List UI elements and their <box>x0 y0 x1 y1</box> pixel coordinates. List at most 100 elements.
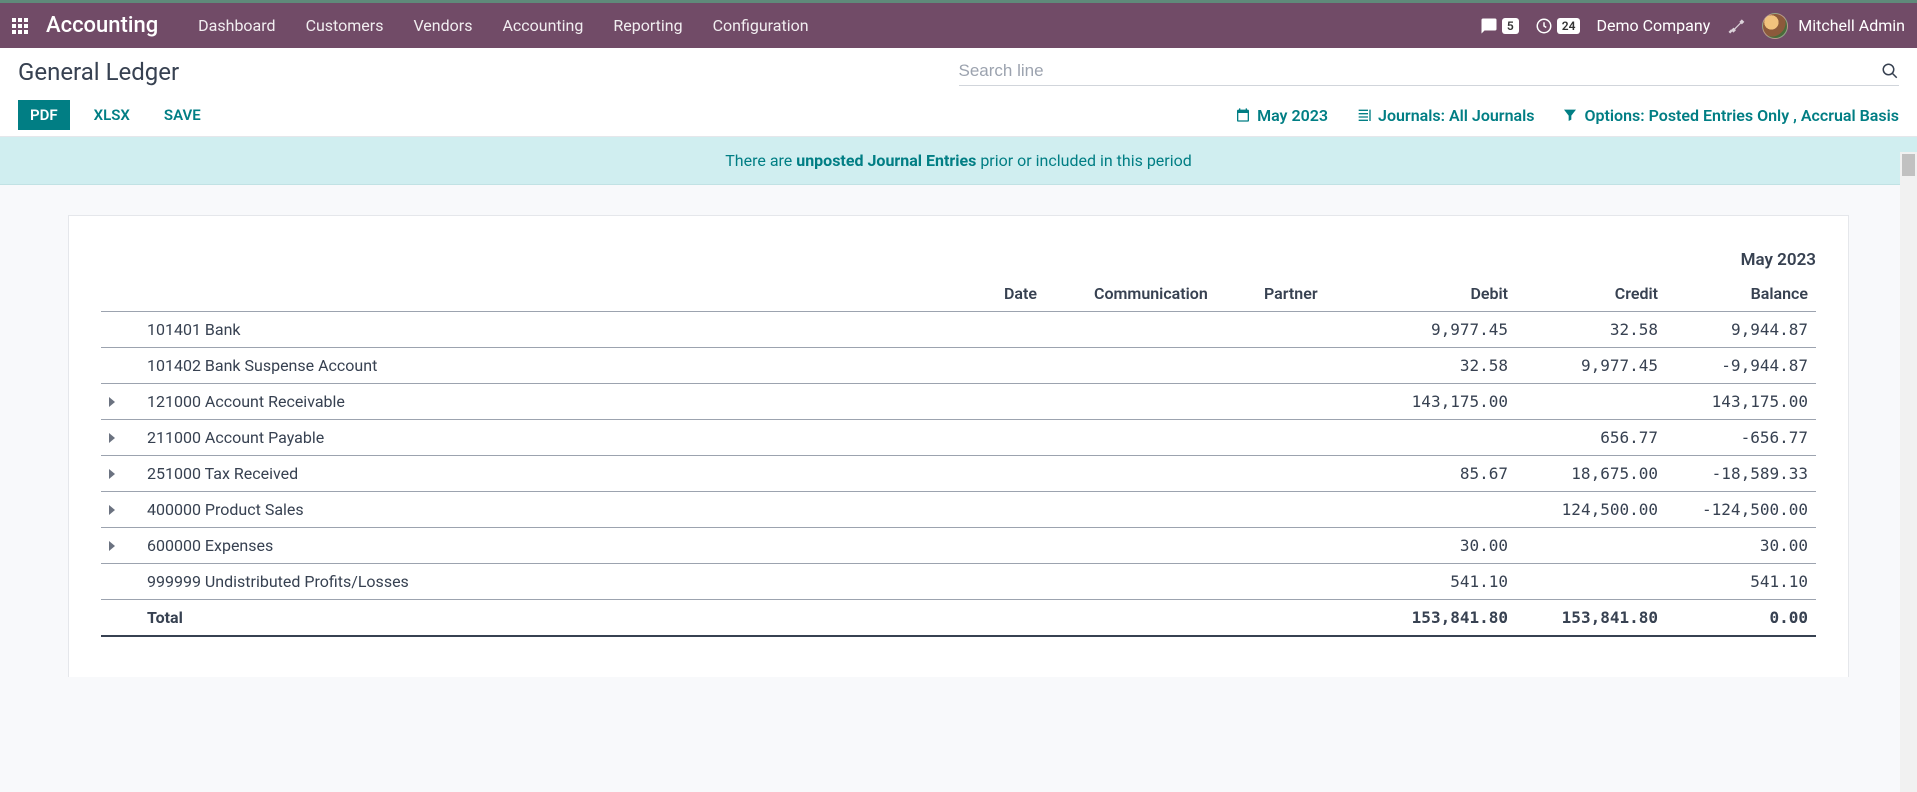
debit-value <box>1366 492 1516 528</box>
chat-icon <box>1480 17 1498 35</box>
report-panel: May 2023 Date Communication Partner Debi… <box>68 215 1849 677</box>
caret-right-icon[interactable] <box>109 397 115 407</box>
credit-value <box>1516 528 1666 564</box>
caret-right-icon[interactable] <box>109 469 115 479</box>
expand-cell[interactable] <box>101 384 139 420</box>
account-name[interactable]: 101401 Bank <box>139 312 996 348</box>
credit-value: 18,675.00 <box>1516 456 1666 492</box>
balance-value: -656.77 <box>1666 420 1816 456</box>
caret-right-icon[interactable] <box>109 541 115 551</box>
balance-value: -124,500.00 <box>1666 492 1816 528</box>
table-row[interactable]: 400000 Product Sales 124,500.00-124,500.0… <box>101 492 1816 528</box>
filters-group: May 2023 Journals: All Journals Options:… <box>1235 106 1899 125</box>
period-filter-label: May 2023 <box>1257 106 1328 125</box>
account-name[interactable]: 999999 Undistributed Profits/Losses <box>139 564 996 600</box>
topbar-tools: 5 24 Demo Company Mitchell Admin <box>1480 13 1905 39</box>
menu-configuration[interactable]: Configuration <box>699 8 823 43</box>
wrench-icon[interactable] <box>1726 16 1746 36</box>
apps-icon[interactable] <box>12 18 28 34</box>
menu-accounting[interactable]: Accounting <box>488 8 597 43</box>
activity-button[interactable]: 24 <box>1535 17 1581 35</box>
avatar[interactable] <box>1762 13 1788 39</box>
period-title: May 2023 <box>101 246 1816 278</box>
banner-strong: unposted Journal Entries <box>796 151 976 170</box>
table-row[interactable]: 101402 Bank Suspense Account 32.589,977.4… <box>101 348 1816 384</box>
search-icon[interactable] <box>1881 62 1899 80</box>
col-credit: Credit <box>1516 278 1666 312</box>
main-menu: Dashboard Customers Vendors Accounting R… <box>184 8 822 43</box>
table-row[interactable]: 251000 Tax Received 85.6718,675.00-18,589… <box>101 456 1816 492</box>
col-communication: Communication <box>1086 278 1256 312</box>
journals-filter[interactable]: Journals: All Journals <box>1356 106 1534 125</box>
ledger-table: Date Communication Partner Debit Credit … <box>101 278 1816 637</box>
table-row[interactable]: 211000 Account Payable656.77-656.77 <box>101 420 1816 456</box>
unposted-banner[interactable]: There are unposted Journal Entries prior… <box>0 137 1917 185</box>
page-title: General Ledger <box>18 58 959 86</box>
balance-value: -9,944.87 <box>1666 348 1816 384</box>
username[interactable]: Mitchell Admin <box>1798 16 1905 35</box>
menu-dashboard[interactable]: Dashboard <box>184 8 289 43</box>
options-filter[interactable]: Options: Posted Entries Only , Accrual B… <box>1562 106 1899 125</box>
company-selector[interactable]: Demo Company <box>1596 16 1710 35</box>
total-balance: 0.00 <box>1666 600 1816 637</box>
balance-value: -18,589.33 <box>1666 456 1816 492</box>
scrollbar-thumb[interactable] <box>1902 154 1915 176</box>
export-group: PDF XLSX SAVE <box>18 100 211 130</box>
menu-reporting[interactable]: Reporting <box>599 8 696 43</box>
menu-customers[interactable]: Customers <box>292 8 398 43</box>
menu-vendors[interactable]: Vendors <box>399 8 486 43</box>
report-wrap: May 2023 Date Communication Partner Debi… <box>0 185 1917 707</box>
pdf-button[interactable]: PDF <box>18 100 70 130</box>
account-name[interactable]: 400000 Product Sales <box>139 492 996 528</box>
table-row[interactable]: 600000 Expenses30.0030.00 <box>101 528 1816 564</box>
total-credit: 153,841.80 <box>1516 600 1666 637</box>
col-debit: Debit <box>1366 278 1516 312</box>
journals-filter-label: Journals: All Journals <box>1378 106 1534 125</box>
options-filter-label: Options: Posted Entries Only , Accrual B… <box>1584 106 1899 125</box>
caret-right-icon[interactable] <box>109 505 115 515</box>
debit-value: 85.67 <box>1366 456 1516 492</box>
account-name[interactable]: 251000 Tax Received <box>139 456 996 492</box>
account-name[interactable]: 101402 Bank Suspense Account <box>139 348 996 384</box>
expand-cell[interactable] <box>101 492 139 528</box>
balance-value: 143,175.00 <box>1666 384 1816 420</box>
xlsx-button[interactable]: XLSX <box>84 100 140 130</box>
total-label: Total <box>139 600 996 637</box>
calendar-icon <box>1235 107 1251 123</box>
expand-cell[interactable] <box>101 456 139 492</box>
banner-suffix: prior or included in this period <box>976 151 1191 170</box>
expand-cell[interactable] <box>101 420 139 456</box>
chat-button[interactable]: 5 <box>1480 17 1519 35</box>
balance-value: 9,944.87 <box>1666 312 1816 348</box>
account-name[interactable]: 211000 Account Payable <box>139 420 996 456</box>
expand-cell[interactable] <box>101 528 139 564</box>
debit-value: 9,977.45 <box>1366 312 1516 348</box>
col-balance: Balance <box>1666 278 1816 312</box>
account-name[interactable]: 600000 Expenses <box>139 528 996 564</box>
brand-title[interactable]: Accounting <box>46 13 158 38</box>
table-row[interactable]: 121000 Account Receivable143,175.00143,1… <box>101 384 1816 420</box>
credit-value: 124,500.00 <box>1516 492 1666 528</box>
debit-value: 30.00 <box>1366 528 1516 564</box>
total-debit: 153,841.80 <box>1366 600 1516 637</box>
chat-count: 5 <box>1502 18 1519 34</box>
caret-right-icon[interactable] <box>109 433 115 443</box>
debit-value: 32.58 <box>1366 348 1516 384</box>
filter-icon <box>1562 107 1578 123</box>
clock-icon <box>1535 17 1553 35</box>
col-date: Date <box>996 278 1086 312</box>
vertical-scrollbar[interactable] <box>1900 152 1917 792</box>
debit-value <box>1366 420 1516 456</box>
expand-cell <box>101 312 139 348</box>
total-row: Total153,841.80153,841.800.00 <box>101 600 1816 637</box>
balance-value: 541.10 <box>1666 564 1816 600</box>
search-input[interactable] <box>959 61 1874 81</box>
table-row[interactable]: 999999 Undistributed Profits/Losses 541.1… <box>101 564 1816 600</box>
debit-value: 541.10 <box>1366 564 1516 600</box>
save-button[interactable]: SAVE <box>154 100 211 130</box>
account-name[interactable]: 121000 Account Receivable <box>139 384 996 420</box>
table-row[interactable]: 101401 Bank9,977.4532.589,944.87 <box>101 312 1816 348</box>
credit-value: 9,977.45 <box>1516 348 1666 384</box>
period-filter[interactable]: May 2023 <box>1235 106 1328 125</box>
journal-icon <box>1356 107 1372 123</box>
